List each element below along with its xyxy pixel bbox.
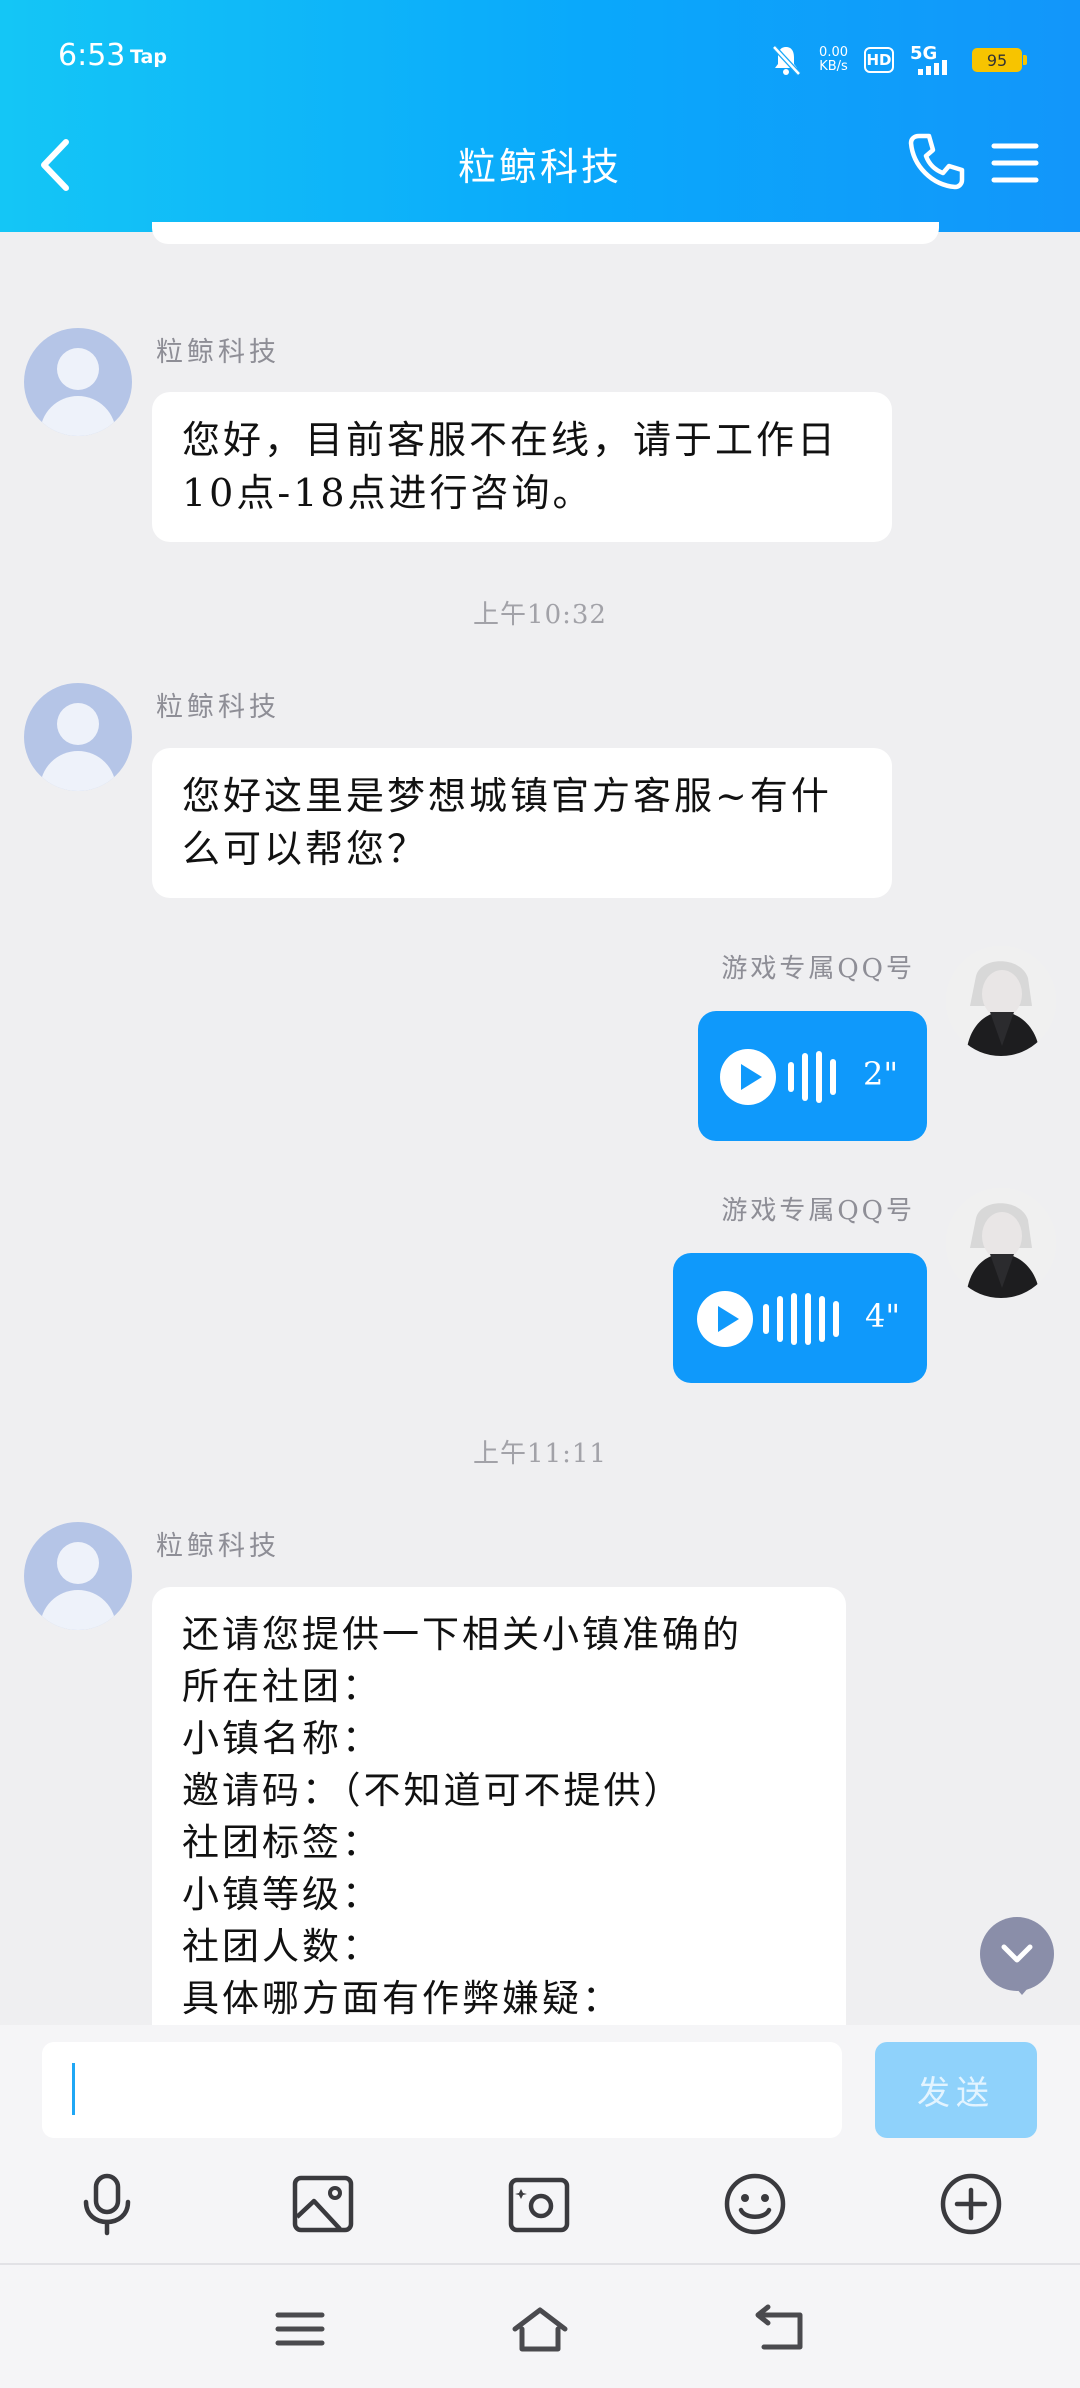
sender-name: 游戏专属QQ号 bbox=[721, 954, 915, 984]
chevron-down-icon bbox=[1001, 1944, 1033, 1963]
chat-header: 6:53 Tap 0.00 KB/s HD 5G 95 粒鲸科技 bbox=[0, 0, 1080, 232]
status-icons: 0.00 KB/s HD 5G 95 bbox=[769, 40, 1027, 80]
user-avatar[interactable] bbox=[946, 1188, 1056, 1298]
sender-name: 粒鲸科技 bbox=[156, 1531, 280, 1562]
contact-avatar[interactable] bbox=[24, 683, 132, 791]
battery-icon: 95 bbox=[972, 48, 1027, 72]
emoji-icon[interactable] bbox=[722, 2171, 788, 2237]
timestamp: 上午10:32 bbox=[473, 600, 607, 630]
system-nav-bar bbox=[0, 2263, 1080, 2388]
menu-icon[interactable] bbox=[270, 2303, 330, 2355]
previous-message-bubble bbox=[152, 222, 939, 244]
user-avatar-image bbox=[946, 946, 1056, 1056]
menu-icon[interactable] bbox=[990, 140, 1040, 186]
sender-name: 游戏专属QQ号 bbox=[721, 1196, 915, 1226]
voice-wave-icon bbox=[788, 1049, 836, 1105]
contact-avatar[interactable] bbox=[24, 1522, 132, 1630]
scroll-to-bottom-button[interactable] bbox=[980, 1917, 1054, 1995]
plus-icon[interactable] bbox=[938, 2171, 1004, 2237]
chat-toolbar bbox=[0, 2145, 1080, 2263]
signal-icon: 5G bbox=[910, 43, 956, 77]
network-speed-unit: KB/s bbox=[819, 59, 848, 74]
back-icon[interactable] bbox=[750, 2303, 810, 2355]
voice-duration: 2" bbox=[863, 1055, 899, 1093]
send-button[interactable]: 发送 bbox=[875, 2042, 1037, 2138]
sender-name: 粒鲸科技 bbox=[156, 692, 280, 723]
message-bubble[interactable]: 您好这里是梦想城镇官方客服~有什么可以帮您？ bbox=[152, 748, 892, 898]
user-avatar[interactable] bbox=[946, 946, 1056, 1056]
message-bubble[interactable]: 还请您提供一下相关小镇准确的 所在社团： 小镇名称： 邀请码：（不知道可不提供）… bbox=[152, 1587, 846, 2067]
status-app-label: Tap bbox=[130, 46, 167, 68]
sender-name: 粒鲸科技 bbox=[156, 337, 280, 368]
voice-message-bubble[interactable]: 4" bbox=[673, 1253, 927, 1383]
timestamp: 上午11:11 bbox=[473, 1439, 607, 1469]
message-input[interactable] bbox=[42, 2042, 842, 2138]
microphone-icon[interactable] bbox=[74, 2171, 140, 2237]
image-icon[interactable] bbox=[290, 2171, 356, 2237]
message-bubble[interactable]: 您好，目前客服不在线，请于工作日10点-18点进行咨询。 bbox=[152, 392, 892, 542]
network-speed: 0.00 KB/s bbox=[819, 46, 848, 74]
voice-duration: 4" bbox=[865, 1297, 901, 1335]
play-icon[interactable] bbox=[697, 1291, 753, 1347]
mute-bell-icon bbox=[772, 45, 801, 76]
status-time: 6:53 bbox=[58, 38, 126, 73]
play-icon[interactable] bbox=[720, 1049, 776, 1105]
signal-bars bbox=[918, 60, 947, 75]
network-speed-value: 0.00 bbox=[819, 45, 848, 60]
user-avatar-image bbox=[946, 1188, 1056, 1298]
voice-wave-icon bbox=[763, 1291, 839, 1347]
input-bar: 发送 bbox=[0, 2025, 1080, 2145]
phone-icon[interactable] bbox=[905, 130, 967, 192]
hd-badge: HD bbox=[864, 47, 894, 73]
text-cursor bbox=[72, 2063, 75, 2115]
camera-icon[interactable] bbox=[506, 2171, 572, 2237]
contact-avatar[interactable] bbox=[24, 328, 132, 436]
voice-message-bubble[interactable]: 2" bbox=[698, 1011, 927, 1141]
home-icon[interactable] bbox=[510, 2303, 570, 2355]
